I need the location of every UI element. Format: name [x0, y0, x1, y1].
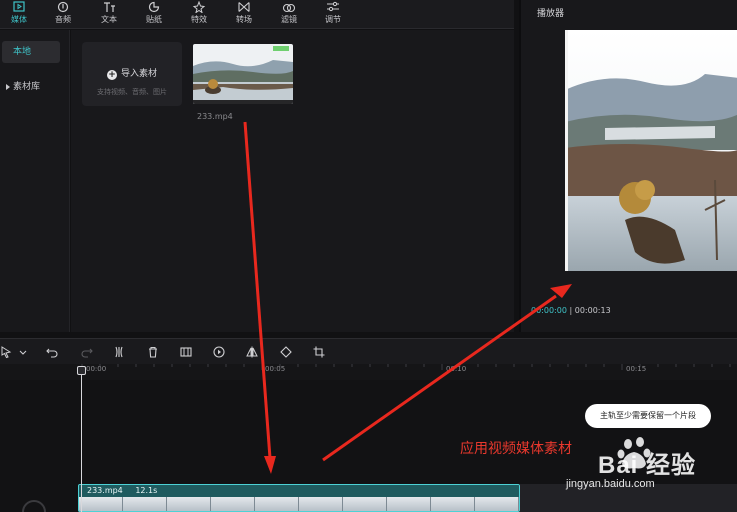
clip-frames [79, 497, 519, 511]
tool-text[interactable]: 文本 [94, 0, 124, 29]
tick-label: 00:05 [265, 365, 286, 373]
playhead-handle[interactable] [77, 366, 86, 375]
text-icon [94, 0, 124, 15]
tool-adjust[interactable]: 调节 [318, 0, 348, 29]
tool-label: 特效 [191, 15, 207, 24]
tool-audio[interactable]: 音频 [48, 0, 78, 29]
clip-frame [255, 497, 299, 511]
tool-label: 滤镜 [281, 15, 297, 24]
player-timecode: 00:00:00 | 00:00:13 [531, 306, 611, 315]
annotation-label: 应用视频媒体素材 [460, 441, 572, 457]
clip-duration: 12.1s [135, 486, 158, 495]
tick-label: 00:10 [446, 365, 467, 373]
tick-label: 00:15 [626, 365, 647, 373]
clip-title: 233.mp4 [87, 486, 123, 495]
clip-header: 233.mp4 12.1s [79, 485, 519, 497]
top-toolbar: 媒体 音频 文本 贴纸 特效 转场 滤镜 调节 [0, 0, 514, 29]
clip-frame [79, 497, 123, 511]
main-track-tooltip: 主轨至少需要保留一个片段 [585, 404, 711, 428]
effects-icon [184, 0, 214, 15]
tool-filter[interactable]: 滤镜 [274, 0, 304, 29]
audio-icon [48, 0, 78, 15]
reverse-button[interactable] [212, 345, 226, 359]
adjust-icon [318, 0, 348, 15]
watermark-url: jingyan.baidu.com [566, 478, 655, 490]
tool-transition[interactable]: 转场 [229, 0, 259, 29]
select-tool-button[interactable] [0, 345, 14, 359]
tool-label: 音频 [55, 15, 71, 24]
clip-frame [167, 497, 211, 511]
timeline-toolbar [0, 338, 737, 364]
clip-thumbnail[interactable] [193, 44, 293, 104]
redo-button[interactable] [80, 345, 94, 359]
redo-icon [81, 348, 93, 358]
sticker-icon [139, 0, 169, 15]
mirror-button[interactable] [245, 345, 259, 359]
clip-frame [431, 497, 475, 511]
player-title: 播放器 [537, 9, 565, 19]
playhead-line[interactable] [81, 366, 82, 512]
tool-media[interactable]: 媒体 [4, 0, 34, 29]
clip-frame [123, 497, 167, 511]
trash-icon [149, 346, 157, 358]
freeze-frame-button[interactable] [179, 345, 193, 359]
tick-label: 00:00 [86, 365, 107, 373]
tool-effects[interactable]: 特效 [184, 0, 214, 29]
delete-button[interactable] [146, 345, 160, 359]
total-time: 00:00:13 [574, 306, 611, 315]
rotate-button[interactable] [279, 345, 293, 359]
tool-label: 媒体 [11, 15, 27, 24]
tool-label: 贴纸 [146, 15, 162, 24]
clip-frame [475, 497, 519, 511]
transition-icon [229, 0, 259, 15]
undo-button[interactable] [45, 345, 59, 359]
sidebar-item-label: 本地 [13, 47, 32, 57]
expand-arrow-icon [6, 84, 10, 90]
clip-frame [387, 497, 431, 511]
import-title: + 导入素材 [82, 66, 182, 80]
rotate-icon [280, 346, 292, 358]
tool-sticker[interactable]: 贴纸 [139, 0, 169, 29]
tool-label: 调节 [325, 15, 341, 24]
crop-button[interactable] [312, 345, 326, 359]
import-label: 导入素材 [120, 69, 157, 79]
filter-icon [274, 0, 304, 15]
watermark-brand: Bai 经验 [598, 452, 697, 479]
player-panel: 播放器 00:00:00 | 00:00:13 [519, 0, 737, 332]
clip-frame [343, 497, 387, 511]
plus-icon: + [106, 70, 117, 80]
main-track-clip[interactable]: 233.mp4 12.1s [78, 484, 520, 512]
import-media-button[interactable]: + 导入素材 支持视频、音频、图片 [82, 42, 182, 106]
player-preview[interactable] [565, 30, 737, 271]
cursor-icon [1, 346, 12, 359]
sidebar-item-label: 素材库 [13, 82, 41, 92]
landscape-preview-image [565, 30, 737, 271]
sidebar-item-local[interactable]: 本地 [2, 41, 60, 63]
landscape-thumbnail-image [193, 44, 293, 104]
undo-icon [46, 348, 58, 358]
split-icon [115, 346, 123, 358]
crop-icon [313, 346, 325, 358]
sidebar-item-library[interactable]: 素材库 [2, 76, 60, 98]
play-circle-icon [213, 346, 225, 358]
media-sidebar: 本地 素材库 [0, 30, 70, 332]
clip-frame [299, 497, 343, 511]
clip-frame [211, 497, 255, 511]
timeline-ruler[interactable]: 00:00 00:05 00:10 00:15 [0, 364, 737, 380]
tool-label: 转场 [236, 15, 252, 24]
select-mode-dropdown[interactable] [16, 345, 30, 359]
frame-icon [180, 347, 192, 357]
split-button[interactable] [112, 345, 126, 359]
clip-name: 233.mp4 [197, 112, 233, 121]
current-time: 00:00:00 [531, 306, 567, 315]
media-icon [4, 0, 34, 15]
chevron-down-icon [19, 350, 27, 355]
media-panel: + 导入素材 支持视频、音频、图片 233.mp4 [71, 30, 514, 332]
mirror-icon [246, 346, 258, 358]
import-hint: 支持视频、音频、图片 [97, 88, 167, 96]
tool-label: 文本 [101, 15, 117, 24]
